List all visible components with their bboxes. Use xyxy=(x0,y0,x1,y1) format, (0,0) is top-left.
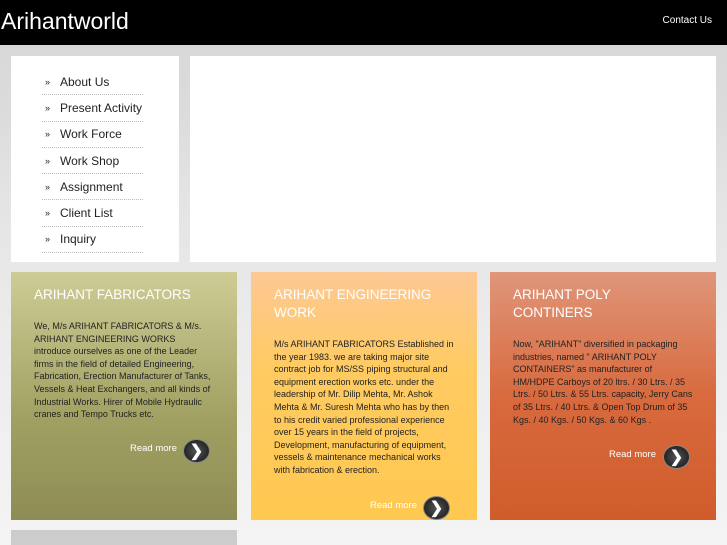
card-title: ARIHANT POLY CONTINERS xyxy=(513,287,611,320)
nav-label: Work Shop xyxy=(60,153,120,168)
bullet-icon: » xyxy=(45,208,51,219)
banner-area xyxy=(190,56,716,262)
card-arihant-fabricators: ARIHANT FABRICATORS We, M/s ARIHANT FABR… xyxy=(11,272,237,520)
nav-item-present-activity[interactable]: » Present Activity xyxy=(42,95,143,122)
read-more-link[interactable]: Read more xyxy=(130,443,177,454)
nav-item-client-list[interactable]: » Client List xyxy=(42,200,143,227)
card-body: Now, "ARIHANT" diversified in packaging … xyxy=(513,339,693,425)
card-arihant-engineering: ARIHANT ENGINEERING WORK M/s ARIHANT FAB… xyxy=(251,272,477,520)
nav-label: Client List xyxy=(60,206,113,221)
bullet-icon: » xyxy=(45,234,51,245)
nav-label: Work Force xyxy=(60,127,122,142)
card-arihant-poly: ARIHANT POLY CONTINERS Now, "ARIHANT" di… xyxy=(490,272,716,520)
card-title: ARIHANT FABRICATORS xyxy=(34,287,191,302)
sidebar-nav: » About Us » Present Activity » Work Force … xyxy=(11,56,179,262)
bullet-icon: » xyxy=(45,102,51,113)
read-more-link[interactable]: Read more xyxy=(609,449,656,460)
bullet-icon: » xyxy=(45,181,51,192)
arrow-right-icon[interactable]: ❯ xyxy=(183,439,210,463)
card-body: M/s ARIHANT FABRICATORS Established in t… xyxy=(274,339,454,475)
bullet-icon: » xyxy=(45,129,51,140)
contact-us-link[interactable]: Contact Us xyxy=(663,15,712,26)
nav-item-work-shop[interactable]: » Work Shop xyxy=(42,148,143,175)
nav-label: About Us xyxy=(60,74,110,89)
bullet-icon: » xyxy=(45,76,51,87)
footer-block xyxy=(11,530,237,545)
bullet-icon: » xyxy=(45,155,51,166)
nav-item-inquiry[interactable]: » Inquiry xyxy=(42,227,143,254)
nav-label: Assignment xyxy=(60,179,123,194)
nav-item-work-force[interactable]: » Work Force xyxy=(42,122,143,148)
nav-label: Present Activity xyxy=(60,100,143,115)
nav-item-about-us[interactable]: » About Us xyxy=(42,69,143,96)
card-title: ARIHANT ENGINEERING WORK xyxy=(274,287,432,320)
arrow-right-icon[interactable]: ❯ xyxy=(423,496,450,520)
site-logo[interactable]: Arihantworld xyxy=(1,8,129,35)
nav-item-assignment[interactable]: » Assignment xyxy=(42,174,143,201)
header: Arihantworld Contact Us xyxy=(0,0,727,45)
card-body: We, M/s ARIHANT FABRICATORS & M/s. ARIHA… xyxy=(34,321,211,420)
read-more-link[interactable]: Read more xyxy=(370,500,417,511)
arrow-right-icon[interactable]: ❯ xyxy=(663,445,690,469)
nav-label: Inquiry xyxy=(60,232,97,247)
